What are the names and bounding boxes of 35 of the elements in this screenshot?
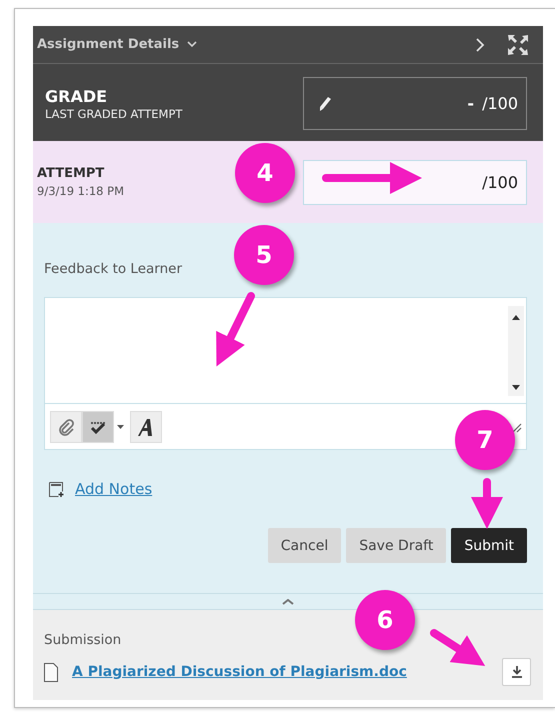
chevron-right-icon[interactable] bbox=[475, 36, 485, 52]
file-link[interactable]: A Plagiarized Discussion of Plagiarism.doc bbox=[72, 664, 407, 680]
attach-button[interactable] bbox=[50, 410, 82, 442]
secondary-button[interactable]: Save Draft bbox=[346, 528, 446, 563]
panel-title[interactable]: Assignment Details bbox=[37, 37, 180, 52]
dropdown-caret-icon[interactable] bbox=[117, 424, 124, 428]
submit-button[interactable]: Submit bbox=[451, 528, 527, 563]
grade-title: GRADE bbox=[45, 86, 108, 106]
scroll-down-icon[interactable] bbox=[512, 385, 520, 390]
pointer-arrow bbox=[471, 478, 503, 529]
grade-subtitle: LAST GRADED ATTEMPT bbox=[45, 106, 182, 120]
pencil-icon[interactable] bbox=[318, 96, 332, 112]
pointer-arrow bbox=[430, 629, 486, 666]
download-icon bbox=[510, 666, 522, 678]
expand-icon[interactable] bbox=[507, 34, 529, 56]
download-button[interactable] bbox=[502, 658, 531, 686]
chevron-down-icon[interactable] bbox=[187, 41, 198, 48]
add-notes-link[interactable]: Add Notes bbox=[75, 480, 152, 498]
grade-value: - bbox=[467, 94, 474, 113]
submission-label: Submission bbox=[44, 632, 122, 648]
grade-field[interactable]: - /100 bbox=[303, 77, 527, 130]
scrollbar[interactable] bbox=[508, 306, 524, 396]
secondary-button[interactable]: Cancel bbox=[268, 528, 342, 563]
document-icon bbox=[44, 662, 58, 682]
paperclip-icon bbox=[57, 418, 75, 436]
attempt-title: ATTEMPT bbox=[37, 166, 104, 181]
collapse-bar[interactable] bbox=[33, 593, 543, 610]
scroll-up-icon[interactable] bbox=[512, 315, 520, 320]
caret-up-icon[interactable] bbox=[282, 598, 294, 604]
spellcheck-button[interactable] bbox=[82, 410, 114, 442]
attempt-date: 9/3/19 1:18 PM bbox=[37, 184, 124, 198]
grade-max: /100 bbox=[482, 94, 518, 113]
feedback-label: Feedback to Learner bbox=[44, 261, 184, 277]
notes-icon[interactable] bbox=[48, 480, 65, 498]
font-button[interactable] bbox=[130, 410, 162, 442]
